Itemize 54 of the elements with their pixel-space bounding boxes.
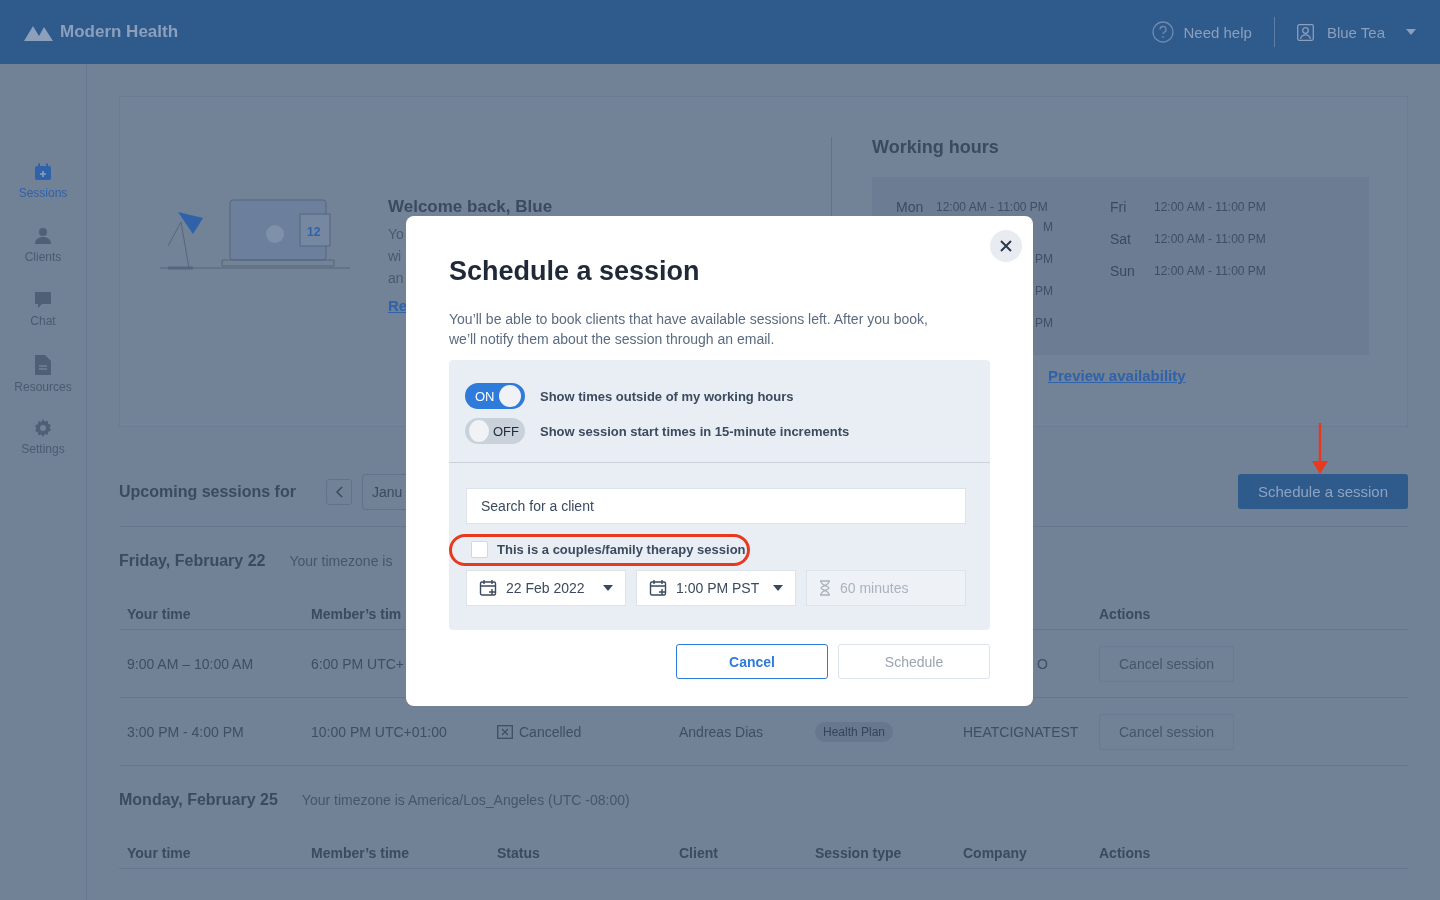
help-link[interactable]: Need help: [1183, 23, 1252, 41]
column-header: Actions: [1099, 606, 1151, 622]
user-menu[interactable]: Blue Tea: [1326, 23, 1385, 41]
dialog-title: Schedule a session: [449, 256, 701, 287]
calendar-icon: [649, 579, 667, 597]
day-heading: Monday, February 25: [119, 791, 278, 809]
sidebar-item[interactable]: Sessions: [0, 163, 86, 209]
annotation-arrow: [1311, 423, 1329, 475]
time-select[interactable]: 1:00 PM PST: [636, 570, 796, 606]
cancelled-icon: [497, 724, 513, 739]
chat-icon: [34, 291, 52, 309]
toggle-switch[interactable]: OFF: [465, 418, 525, 444]
document-icon: [35, 355, 51, 375]
chevron-left-icon: [334, 485, 343, 498]
help-icon[interactable]: [1151, 21, 1174, 43]
column-header: Actions: [1099, 845, 1151, 861]
caret-icon: [1406, 29, 1416, 35]
checkbox[interactable]: [471, 540, 488, 558]
preview-availability-link[interactable]: Preview availability: [1048, 367, 1186, 384]
hourglass-icon: [819, 580, 831, 596]
date-select[interactable]: 22 Feb 2022: [466, 570, 626, 606]
calendar-icon: [479, 579, 497, 597]
close-button[interactable]: [990, 230, 1022, 262]
brand-name: Modern Health: [60, 22, 179, 42]
dialog-description: You’ll be able to book clients that have available sessions left. After you book, we’ll notify them about the session through an email.: [449, 310, 929, 349]
calendar-date: 12: [307, 225, 321, 239]
column-header: Member’s time: [311, 845, 410, 861]
calendar-icon: [34, 163, 52, 181]
column-header: Status: [497, 845, 540, 861]
checkbox-label: This is a couples/family therapy session: [497, 541, 746, 557]
caret-icon: [773, 585, 783, 591]
working-hours-heading: Working hours: [872, 137, 1000, 158]
toggle-switch[interactable]: ON: [465, 383, 525, 409]
previous-month-button[interactable]: [325, 478, 352, 505]
schedule-session-button[interactable]: Schedule a session: [1238, 474, 1408, 509]
column-header: Member’s tim: [311, 606, 402, 622]
welcome-link[interactable]: Re: [388, 297, 408, 314]
cancel-button[interactable]: Cancel: [676, 644, 828, 679]
user-icon[interactable]: [1296, 23, 1314, 41]
column-header: Client: [679, 845, 718, 861]
caret-icon: [603, 585, 613, 591]
toggle-label: Show times outside of my working hours: [540, 388, 794, 404]
column-header: Your time: [127, 845, 191, 861]
section-heading: Upcoming sessions for: [119, 482, 296, 501]
toggle-label: Show session start times in 15-minute increments: [540, 423, 850, 439]
column-header: Session type: [815, 845, 902, 861]
column-header: Company: [963, 845, 1027, 861]
close-icon: [1000, 240, 1012, 252]
gear-icon: [34, 419, 52, 437]
client-search-field[interactable]: Search for a client: [466, 488, 966, 524]
welcome-heading: Welcome back, Blue: [388, 197, 553, 217]
column-header: Your time: [127, 606, 191, 622]
person-icon: [34, 227, 52, 245]
day-heading: Friday, February 22: [119, 552, 266, 570]
